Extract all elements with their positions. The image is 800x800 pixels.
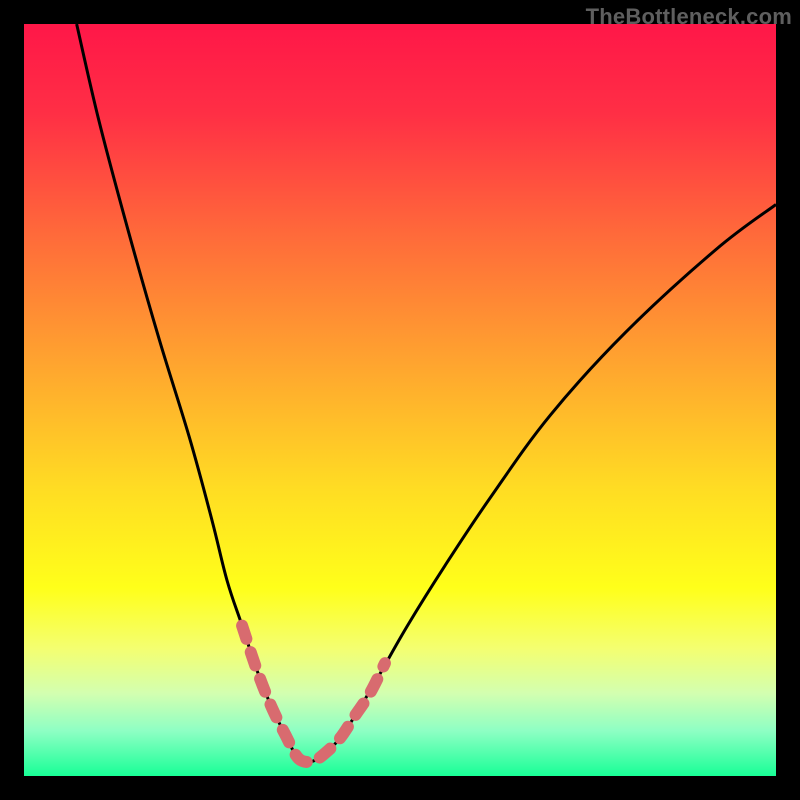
curve-layer bbox=[24, 24, 776, 776]
outer-frame: TheBottleneck.com bbox=[0, 0, 800, 800]
bottleneck-curve bbox=[77, 24, 776, 762]
plot-area bbox=[24, 24, 776, 776]
highlight-segment bbox=[242, 626, 385, 762]
